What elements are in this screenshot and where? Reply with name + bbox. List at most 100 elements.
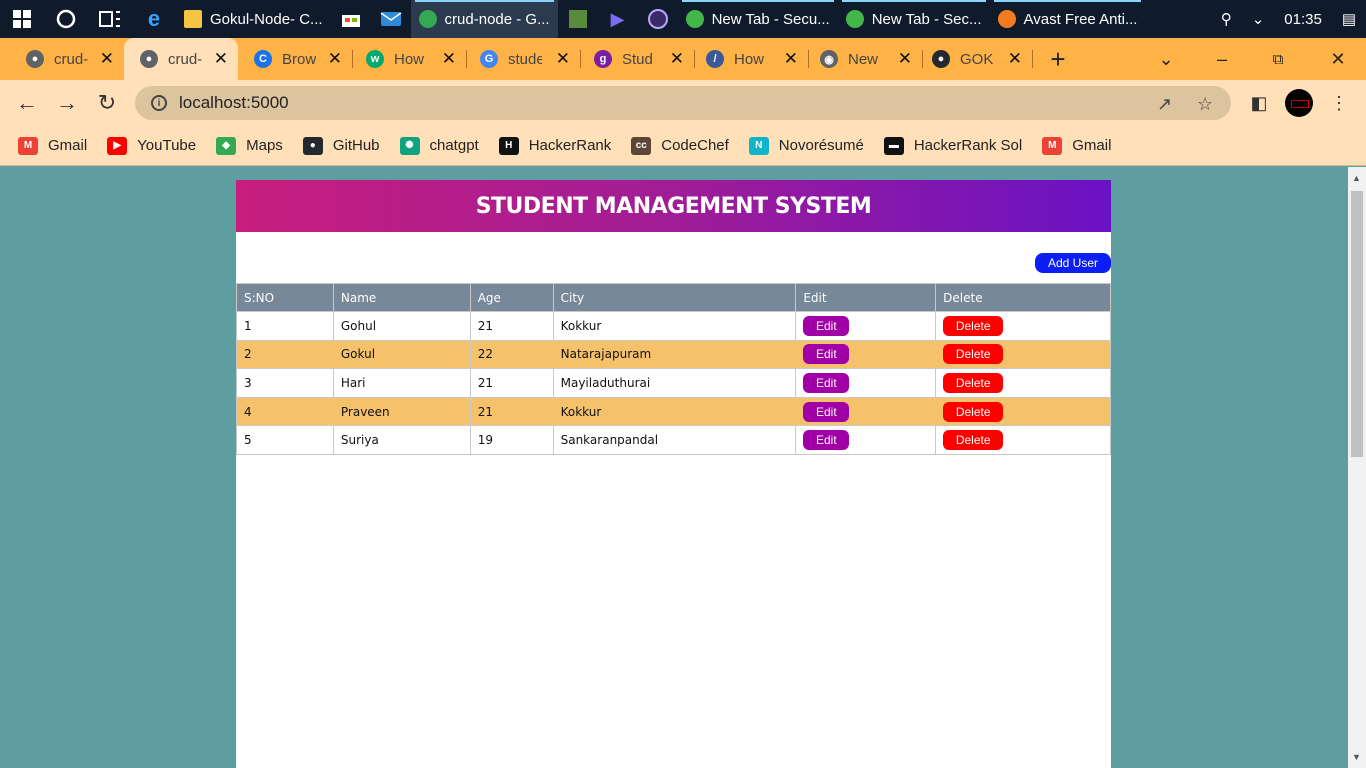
minecraft-icon[interactable] <box>558 0 598 38</box>
tab-search-chevron-icon[interactable]: ⌄ <box>1138 38 1194 80</box>
people-icon[interactable]: ⚲ <box>1221 10 1232 28</box>
bookmark-youtube[interactable]: ▶ YouTube <box>107 136 196 155</box>
delete-button[interactable]: Delete <box>943 401 1004 422</box>
cell-edit: Edit <box>795 311 937 341</box>
w3-icon: w <box>366 50 384 68</box>
bookmark-label: Novorésumé <box>778 137 864 154</box>
edit-button[interactable]: Edit <box>803 315 850 336</box>
close-icon[interactable]: ✕ <box>214 49 228 69</box>
tab-google-search[interactable]: G stude ✕ <box>466 38 580 80</box>
taskbar-app-avast-tab-1[interactable]: New Tab - Secu... <box>678 0 838 38</box>
window-close-icon[interactable]: ✕ <box>1310 38 1366 80</box>
share-icon[interactable]: ↗ <box>1157 94 1172 115</box>
cell-edit: Edit <box>795 396 937 427</box>
edge-icon: / <box>706 50 724 68</box>
delete-button[interactable]: Delete <box>943 372 1004 393</box>
back-arrow-icon[interactable]: ← <box>12 88 42 118</box>
bookmark-chatgpt[interactable]: ✺ chatgpt <box>399 136 479 155</box>
taskbar-app-chrome-active[interactable]: crud-node - G... <box>410 0 558 38</box>
bookmark-github[interactable]: ● GitHub <box>302 136 380 155</box>
bookmark-novor-sum-[interactable]: N Novorésumé <box>748 136 864 155</box>
taskbar-app-file-explorer[interactable]: Gokul-Node- C... <box>176 0 331 38</box>
taskbar-app-label: New Tab - Secu... <box>711 10 830 28</box>
more-menu-icon[interactable]: ⋮ <box>1324 88 1354 118</box>
windows-start-icon[interactable] <box>0 0 44 38</box>
close-icon[interactable]: ✕ <box>100 49 114 69</box>
add-user-button[interactable]: Add User <box>1035 253 1111 273</box>
tab-new[interactable]: ◉ New ✕ <box>808 38 922 80</box>
bookmark-star-icon[interactable]: ☆ <box>1197 94 1213 115</box>
mail-icon[interactable] <box>371 0 411 38</box>
bookmark-label: Gmail <box>48 137 88 154</box>
active-indicator <box>414 0 554 2</box>
cell-delete: Delete <box>935 396 1111 427</box>
edit-button[interactable]: Edit <box>803 344 850 365</box>
page-scrollbar[interactable]: ▲ ▼ <box>1348 167 1366 768</box>
taskbar-app-avast-tab-2[interactable]: New Tab - Sec... <box>838 0 990 38</box>
edit-button[interactable]: Edit <box>803 401 850 422</box>
scrollbar-thumb[interactable] <box>1351 191 1363 457</box>
site-info-icon[interactable]: i <box>151 95 167 111</box>
taskbar-app-avast-antivirus[interactable]: Avast Free Anti... <box>990 0 1146 38</box>
clock[interactable]: 01:35 <box>1284 11 1322 28</box>
close-icon[interactable]: ✕ <box>670 49 684 69</box>
tab-browser[interactable]: C Brow ✕ <box>238 38 352 80</box>
bookmark-gmail[interactable]: M Gmail <box>1042 136 1111 155</box>
task-view-icon[interactable] <box>88 0 132 38</box>
notification-icon[interactable]: ▤ <box>1342 10 1356 28</box>
delete-button[interactable]: Delete <box>943 430 1004 451</box>
bookmark-hackerrank[interactable]: H HackerRank <box>498 136 612 155</box>
taskbar-app-label: New Tab - Sec... <box>871 10 982 28</box>
tab-title: crud- <box>54 50 88 68</box>
cell-name: Gohul <box>332 311 471 341</box>
open-indicator <box>681 0 834 2</box>
bookmark-codechef[interactable]: cc CodeChef <box>631 136 729 155</box>
tab-crud-active[interactable]: ● crud- ✕ <box>124 38 238 80</box>
tab-github[interactable]: ● GOK ✕ <box>922 38 1032 80</box>
tab-w3schools[interactable]: w How ✕ <box>352 38 466 80</box>
column-header-sno: S:NO <box>236 283 334 312</box>
profile-avatar[interactable] <box>1285 89 1313 117</box>
bookmark-label: HackerRank <box>528 137 612 154</box>
scroll-up-icon[interactable]: ▲ <box>1352 173 1361 183</box>
forward-arrow-icon[interactable]: → <box>52 88 82 118</box>
search-circle-icon[interactable] <box>44 0 88 38</box>
bookmark-gmail[interactable]: M Gmail <box>18 136 88 155</box>
minimize-icon[interactable]: – <box>1194 38 1250 80</box>
close-icon[interactable]: ✕ <box>328 49 342 69</box>
side-panel-icon[interactable]: ◧ <box>1244 88 1274 118</box>
bookmark-label: GitHub <box>332 137 380 154</box>
close-icon[interactable]: ✕ <box>556 49 570 69</box>
cell-age: 21 <box>469 368 554 398</box>
delete-button[interactable]: Delete <box>943 344 1004 365</box>
media-player-icon[interactable]: ▶ <box>598 0 638 38</box>
new-tab-plus-icon[interactable]: + <box>1030 38 1086 80</box>
cell-name: Gokul <box>332 339 471 370</box>
chevron-down-icon[interactable]: ⌄ <box>1252 10 1265 28</box>
edit-button[interactable]: Edit <box>803 372 850 393</box>
scroll-down-icon[interactable]: ▼ <box>1352 752 1361 762</box>
bookmark-hackerrank-sol[interactable]: ▬ HackerRank Sol <box>883 136 1022 155</box>
chatgpt-icon: ✺ <box>399 136 420 155</box>
cell-sno: 3 <box>236 368 334 398</box>
close-icon[interactable]: ✕ <box>442 49 456 69</box>
address-bar[interactable]: i localhost:5000 ↗ ☆ <box>135 86 1231 120</box>
close-icon[interactable]: ✕ <box>898 49 912 69</box>
restore-icon[interactable]: ⧉ <box>1250 38 1306 80</box>
tab-title: Brow <box>282 50 316 68</box>
cell-name: Suriya <box>332 425 471 455</box>
store-icon[interactable] <box>331 0 371 38</box>
tab-crud-1[interactable]: ● crud- ✕ <box>0 38 124 80</box>
tab-how[interactable]: / How ✕ <box>694 38 808 80</box>
delete-button[interactable]: Delete <box>943 315 1004 336</box>
tab-student[interactable]: g Stud ✕ <box>580 38 694 80</box>
reload-icon[interactable]: ↻ <box>92 88 122 118</box>
url-text[interactable]: localhost:5000 <box>179 93 289 113</box>
app-icon[interactable] <box>638 0 678 38</box>
close-icon[interactable]: ✕ <box>784 49 798 69</box>
close-icon[interactable]: ✕ <box>1008 49 1022 69</box>
actions-row: Add User <box>236 232 1111 283</box>
edge-icon[interactable]: e <box>132 0 176 38</box>
bookmark-maps[interactable]: ◆ Maps <box>216 136 283 155</box>
edit-button[interactable]: Edit <box>803 430 850 451</box>
